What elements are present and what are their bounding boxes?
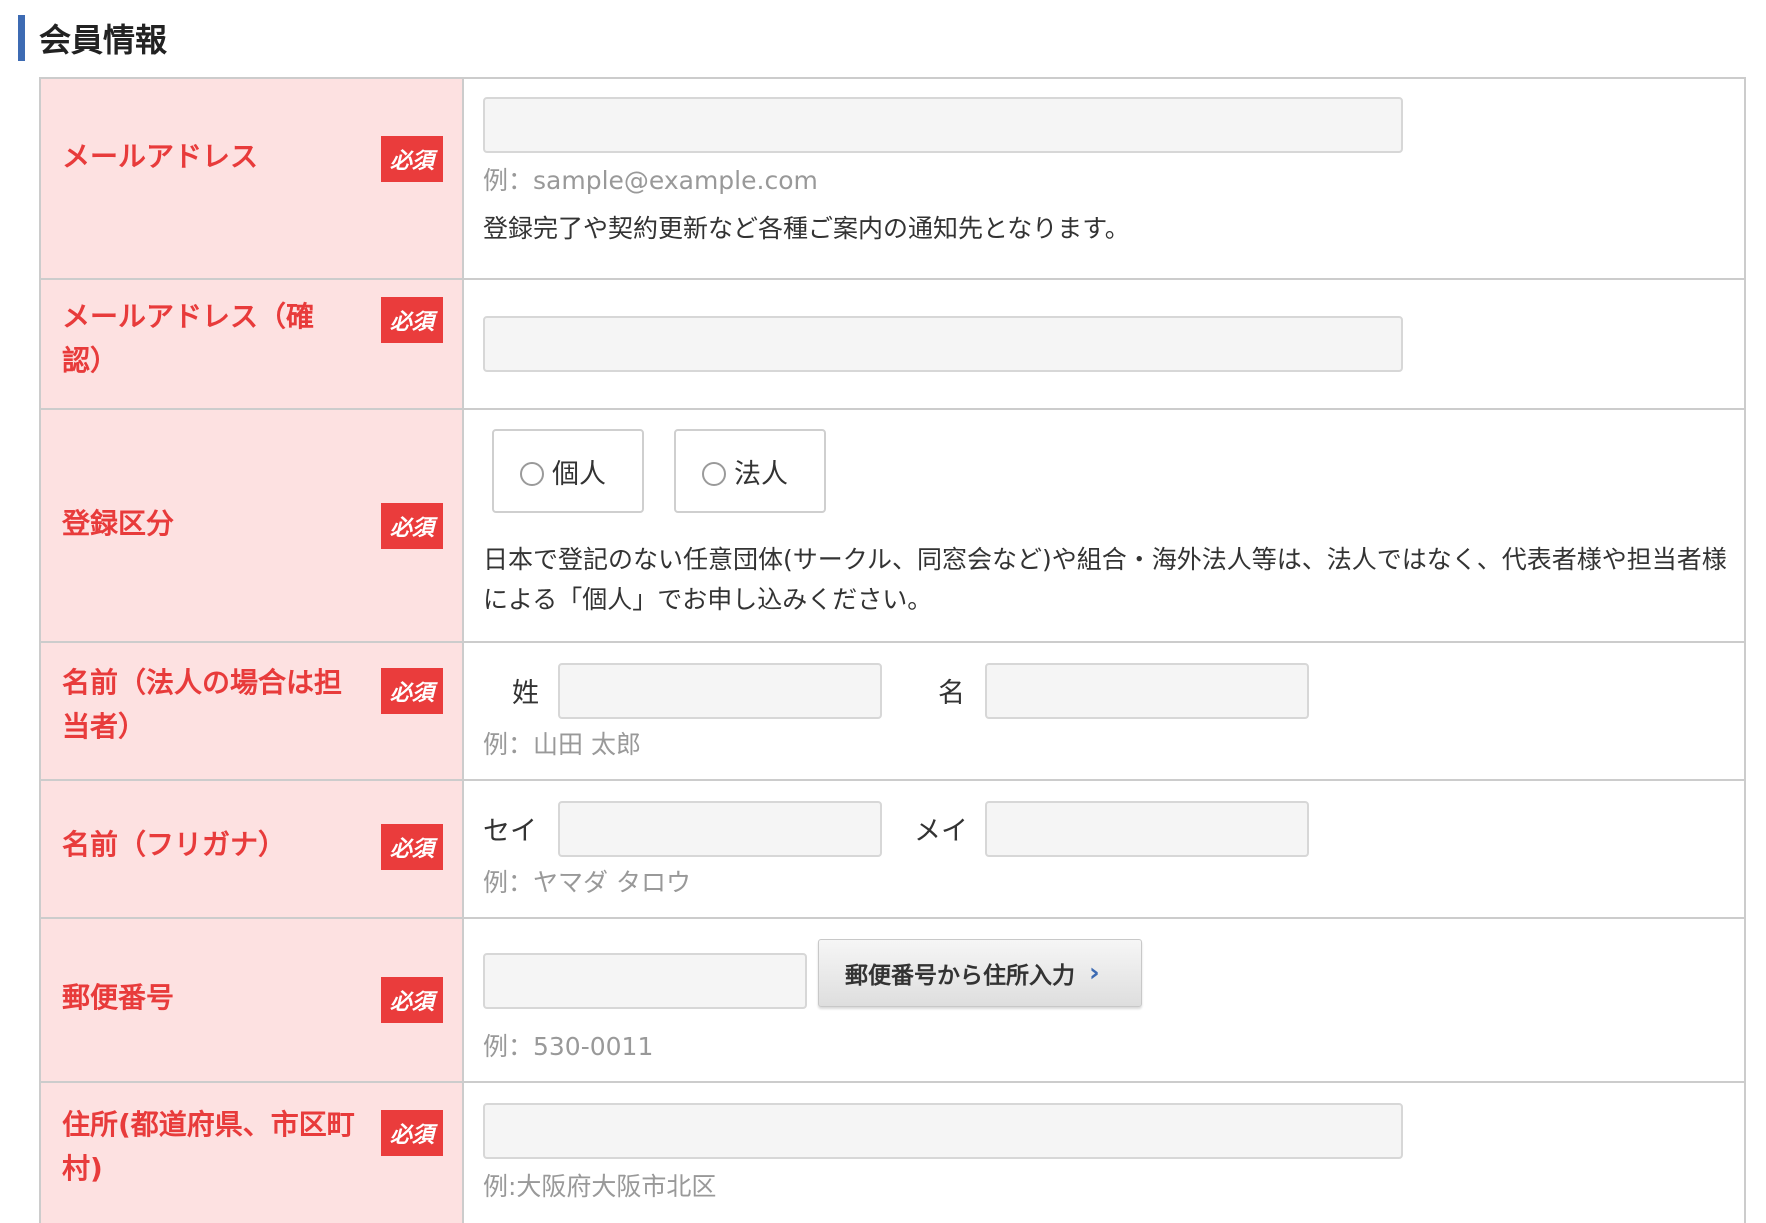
email-hint: 例：sample@example.com bbox=[483, 166, 818, 195]
value-cell-registration-type: 個人 法人 日本で登記のない任意団体(サークル、同窓会など)や組合・海外法人等は… bbox=[464, 410, 1744, 641]
first-name-input[interactable] bbox=[985, 663, 1309, 719]
value-cell-name-kana: セイ メイ 例：ヤマダ タロウ bbox=[464, 781, 1744, 917]
zip-hint: 例：530-0011 bbox=[483, 1032, 654, 1061]
row-name-kana: 名前（フリガナ） 必須 セイ メイ 例：ヤマダ タロウ bbox=[41, 781, 1744, 919]
zip-lookup-button-label: 郵便番号から住所入力 bbox=[845, 963, 1075, 989]
label-cell-name-kana: 名前（フリガナ） 必須 bbox=[41, 781, 464, 917]
label-cell-email-confirm: メールアドレス（確認） 必須 bbox=[41, 280, 464, 408]
section-title: 会員情報 bbox=[39, 21, 168, 59]
member-info-form: メールアドレス 必須 例：sample@example.com 登録完了や契約更… bbox=[39, 77, 1746, 1223]
value-cell-email: 例：sample@example.com 登録完了や契約更新など各種ご案内の通知… bbox=[464, 79, 1744, 278]
required-badge: 必須 bbox=[381, 824, 443, 870]
registration-type-note: 日本で登記のない任意団体(サークル、同窓会など)や組合・海外法人等は、法人ではな… bbox=[483, 545, 1727, 614]
first-name-label: 名 bbox=[938, 678, 965, 709]
email-note: 登録完了や契約更新など各種ご案内の通知先となります。 bbox=[483, 214, 1130, 243]
name-hint: 例：山田 太郎 bbox=[483, 730, 641, 759]
row-name: 名前（法人の場合は担当者） 必須 姓 名 例：山田 太郎 bbox=[41, 643, 1744, 781]
row-address: 住所(都道府県、市区町村) 必須 例:大阪府大阪市北区 bbox=[41, 1083, 1744, 1223]
section-header: 会員情報 bbox=[18, 14, 167, 62]
label-cell-address: 住所(都道府県、市区町村) 必須 bbox=[41, 1083, 464, 1223]
row-zip: 郵便番号 必須 郵便番号から住所入力 › 例：530-0011 bbox=[41, 919, 1744, 1083]
row-email-confirm: メールアドレス（確認） 必須 bbox=[41, 280, 1744, 410]
last-name-label: 姓 bbox=[512, 678, 539, 709]
email-confirm-input[interactable] bbox=[483, 316, 1403, 372]
zip-lookup-button[interactable]: 郵便番号から住所入力 › bbox=[818, 939, 1142, 1007]
zip-label: 郵便番号 bbox=[62, 981, 175, 1014]
address-hint: 例:大阪府大阪市北区 bbox=[483, 1172, 717, 1201]
address-input[interactable] bbox=[483, 1103, 1403, 1159]
label-cell-registration-type: 登録区分 必須 bbox=[41, 410, 464, 641]
label-cell-zip: 郵便番号 必須 bbox=[41, 919, 464, 1081]
value-cell-name: 姓 名 例：山田 太郎 bbox=[464, 643, 1744, 779]
section-accent-bar bbox=[18, 15, 25, 61]
first-name-kana-label: メイ bbox=[914, 816, 968, 847]
registration-type-label: 登録区分 bbox=[62, 507, 175, 540]
name-kana-label: 名前（フリガナ） bbox=[62, 828, 287, 861]
label-cell-name: 名前（法人の場合は担当者） 必須 bbox=[41, 643, 464, 779]
name-kana-hint: 例：ヤマダ タロウ bbox=[483, 868, 691, 897]
value-cell-address: 例:大阪府大阪市北区 bbox=[464, 1083, 1744, 1223]
value-cell-email-confirm bbox=[464, 280, 1744, 408]
address-label: 住所(都道府県、市区町村) bbox=[62, 1108, 355, 1185]
first-name-kana-input[interactable] bbox=[985, 801, 1309, 857]
value-cell-zip: 郵便番号から住所入力 › 例：530-0011 bbox=[464, 919, 1744, 1081]
radio-option-individual[interactable]: 個人 bbox=[492, 429, 644, 513]
required-badge: 必須 bbox=[381, 503, 443, 549]
radio-circle-icon[interactable] bbox=[520, 462, 544, 486]
chevron-right-icon: › bbox=[1089, 958, 1100, 988]
email-input[interactable] bbox=[483, 97, 1403, 153]
required-badge: 必須 bbox=[381, 668, 443, 714]
radio-label-corporation: 法人 bbox=[734, 458, 788, 490]
radio-option-corporation[interactable]: 法人 bbox=[674, 429, 826, 513]
last-name-input[interactable] bbox=[558, 663, 882, 719]
required-badge: 必須 bbox=[381, 297, 443, 343]
radio-label-individual: 個人 bbox=[552, 458, 606, 490]
required-badge: 必須 bbox=[381, 136, 443, 182]
last-name-kana-input[interactable] bbox=[558, 801, 882, 857]
last-name-kana-label: セイ bbox=[483, 816, 537, 847]
required-badge: 必須 bbox=[381, 977, 443, 1023]
zip-input[interactable] bbox=[483, 953, 807, 1009]
row-registration-type: 登録区分 必須 個人 法人 日本で登記のない任意団体(サークル、同窓会など)や組… bbox=[41, 410, 1744, 643]
radio-circle-icon[interactable] bbox=[702, 462, 726, 486]
required-badge: 必須 bbox=[381, 1110, 443, 1156]
row-email: メールアドレス 必須 例：sample@example.com 登録完了や契約更… bbox=[41, 79, 1744, 280]
email-confirm-label: メールアドレス（確認） bbox=[62, 300, 315, 377]
email-label: メールアドレス bbox=[62, 140, 259, 173]
label-cell-email: メールアドレス 必須 bbox=[41, 79, 464, 278]
name-label: 名前（法人の場合は担当者） bbox=[62, 666, 343, 743]
